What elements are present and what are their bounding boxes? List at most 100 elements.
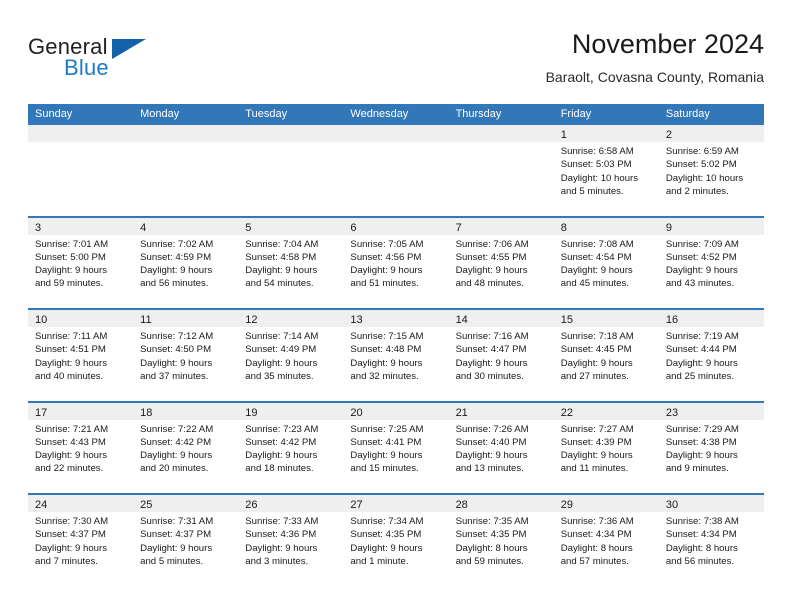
day-detail-line: Sunrise: 6:58 AM [560, 146, 634, 157]
weekday-header-wednesday: Wednesday [350, 108, 409, 120]
day-number-band: 16 [658, 310, 764, 327]
day-number: 4 [140, 221, 147, 234]
calendar-weeks: 1 Sunrise: 6:58 AM Sunset: 5:03 PM Daylight… [28, 125, 764, 586]
calendar-day-cell[interactable]: 23 Sunrise: 7:29 AM Sunset: 4:38 PM Dayligh… [658, 402, 764, 493]
calendar-day-cell[interactable]: 6 Sunrise: 7:05 AM Sunset: 4:56 PM Daylight… [343, 217, 449, 308]
calendar-week-row: 3 Sunrise: 7:01 AM Sunset: 5:00 PM Daylight… [28, 215, 764, 308]
day-detail-line: Daylight: 9 hours [140, 542, 213, 554]
day-detail-line: Daylight: 9 hours [350, 542, 423, 554]
day-detail-line: Sunrise: 7:21 AM [35, 423, 109, 435]
day-detail-line: Sunrise: 7:29 AM [665, 423, 739, 435]
day-number-band: 19 [238, 402, 344, 420]
day-details: Sunrise: 7:23 AM Sunset: 4:42 PM Daylight:… [238, 420, 343, 476]
day-number: 29 [560, 499, 573, 511]
day-detail-line: Sunrise: 7:06 AM [455, 238, 529, 250]
day-number-band: 18 [133, 402, 239, 420]
day-number: 6 [350, 221, 357, 234]
day-number-band: 15 [553, 310, 659, 327]
day-detail-line: Sunset: 4:48 PM [350, 344, 422, 356]
day-number: 3 [35, 221, 42, 234]
day-detail-line: Sunrise: 7:08 AM [560, 238, 634, 250]
day-detail-line: Sunset: 4:42 PM [245, 436, 317, 448]
day-detail-line: Sunset: 4:55 PM [455, 251, 527, 263]
general-blue-logo[interactable]: General Blue [28, 34, 158, 84]
weekday-header-thursday: Thursday [455, 108, 502, 120]
day-number: 28 [455, 499, 468, 511]
calendar-day-cell[interactable]: 15 Sunrise: 7:18 AM Sunset: 4:45 PM Dayligh… [553, 310, 659, 401]
day-number: 27 [350, 499, 363, 511]
day-detail-line: and 57 minutes. [560, 555, 629, 567]
day-number-band: 12 [238, 310, 344, 327]
calendar-day-cell[interactable]: 3 Sunrise: 7:01 AM Sunset: 5:00 PM Daylight… [28, 217, 134, 308]
calendar-day-cell[interactable]: 30 Sunrise: 7:38 AM Sunset: 4:34 PM Dayligh… [658, 495, 764, 586]
calendar-day-cell[interactable]: 4 Sunrise: 7:02 AM Sunset: 4:59 PM Daylight… [133, 217, 239, 308]
calendar-day-cell[interactable]: 17 Sunrise: 7:21 AM Sunset: 4:43 PM Dayligh… [28, 402, 134, 493]
day-number-band: 20 [343, 402, 449, 420]
calendar-day-cell[interactable]: 11 Sunrise: 7:12 AM Sunset: 4:50 PM Dayligh… [133, 310, 239, 401]
day-number: 13 [350, 314, 363, 326]
calendar-day-cell[interactable]: 18 Sunrise: 7:22 AM Sunset: 4:42 PM Dayligh… [133, 402, 239, 493]
day-detail-line: and 48 minutes. [455, 278, 524, 290]
day-details: Sunrise: 7:38 AM Sunset: 4:34 PM Daylight:… [659, 512, 764, 568]
day-number-band: 10 [28, 310, 134, 327]
day-details: Sunrise: 7:04 AM Sunset: 4:58 PM Daylight:… [238, 235, 343, 291]
day-detail-line: Sunrise: 7:22 AM [140, 423, 214, 435]
day-number-band: 23 [658, 402, 764, 420]
day-detail-line: and 5 minutes. [140, 555, 204, 567]
weekday-header-friday: Friday [560, 108, 592, 120]
calendar-day-cell[interactable]: 25 Sunrise: 7:31 AM Sunset: 4:37 PM Dayligh… [133, 495, 239, 586]
day-details: Sunrise: 7:02 AM Sunset: 4:59 PM Daylight:… [133, 235, 238, 291]
calendar-day-cell[interactable]: 1 Sunrise: 6:58 AM Sunset: 5:03 PM Daylight… [553, 125, 659, 216]
calendar-day-cell[interactable]: 21 Sunrise: 7:26 AM Sunset: 4:40 PM Dayligh… [448, 402, 554, 493]
calendar-day-cell[interactable]: 29 Sunrise: 7:36 AM Sunset: 4:34 PM Dayligh… [553, 495, 659, 586]
day-detail-line: Sunset: 4:35 PM [350, 529, 422, 541]
day-details: Sunrise: 7:18 AM Sunset: 4:45 PM Daylight:… [554, 327, 659, 383]
calendar-day-cell[interactable]: 14 Sunrise: 7:16 AM Sunset: 4:47 PM Dayligh… [448, 310, 554, 401]
day-detail-line: Sunset: 4:54 PM [560, 251, 632, 263]
day-detail-line: Daylight: 9 hours [35, 542, 107, 554]
calendar-day-cell[interactable]: 26 Sunrise: 7:33 AM Sunset: 4:36 PM Dayligh… [238, 495, 344, 586]
day-detail-line: and 2 minutes. [665, 185, 729, 197]
calendar-grid: Sunday Monday Tuesday Wednesday Thursday Frid… [28, 104, 764, 586]
day-detail-line: Sunset: 4:45 PM [560, 344, 632, 356]
calendar-day-cell[interactable]: 13 Sunrise: 7:15 AM Sunset: 4:48 PM Dayligh… [343, 310, 449, 401]
day-detail-line: Daylight: 9 hours [245, 542, 318, 554]
calendar-day-cell[interactable]: 20 Sunrise: 7:25 AM Sunset: 4:41 PM Dayligh… [343, 402, 449, 493]
calendar-day-cell[interactable]: 24 Sunrise: 7:30 AM Sunset: 4:37 PM Dayligh… [28, 495, 134, 586]
day-number: 18 [140, 406, 153, 419]
calendar-day-cell[interactable]: 8 Sunrise: 7:08 AM Sunset: 4:54 PM Daylight… [553, 217, 659, 308]
day-details: Sunrise: 7:08 AM Sunset: 4:54 PM Daylight:… [554, 235, 659, 291]
day-details: Sunrise: 7:09 AM Sunset: 4:52 PM Daylight:… [659, 235, 764, 291]
calendar-day-cell[interactable]: 22 Sunrise: 7:27 AM Sunset: 4:39 PM Dayligh… [553, 402, 659, 493]
calendar-day-cell[interactable]: 9 Sunrise: 7:09 AM Sunset: 4:52 PM Daylight… [658, 217, 764, 308]
calendar-day-cell[interactable]: 7 Sunrise: 7:06 AM Sunset: 4:55 PM Daylight… [448, 217, 554, 308]
day-detail-line: Sunset: 4:38 PM [665, 436, 737, 448]
day-detail-line: Sunrise: 7:27 AM [560, 423, 634, 435]
calendar-day-cell[interactable]: 19 Sunrise: 7:23 AM Sunset: 4:42 PM Dayligh… [238, 402, 344, 493]
calendar-day-cell[interactable]: 27 Sunrise: 7:34 AM Sunset: 4:35 PM Dayligh… [343, 495, 449, 586]
day-number-band: 5 [238, 217, 344, 235]
calendar-day-cell[interactable]: 10 Sunrise: 7:11 AM Sunset: 4:51 PM Dayligh… [28, 310, 134, 401]
calendar-day-cell[interactable]: 5 Sunrise: 7:04 AM Sunset: 4:58 PM Daylight… [238, 217, 344, 308]
day-number-band: 29 [553, 495, 659, 512]
day-details: Sunrise: 7:29 AM Sunset: 4:38 PM Daylight:… [659, 420, 764, 476]
day-details: Sunrise: 7:11 AM Sunset: 4:51 PM Daylight:… [28, 327, 133, 383]
day-detail-line: Daylight: 9 hours [665, 265, 738, 277]
calendar-day-empty [238, 125, 344, 216]
calendar-page: General Blue November 2024 Baraolt, Cova… [0, 0, 792, 612]
day-details: Sunrise: 7:35 AM Sunset: 4:35 PM Daylight:… [449, 512, 554, 568]
calendar-day-cell[interactable]: 16 Sunrise: 7:19 AM Sunset: 4:44 PM Dayligh… [658, 310, 764, 401]
day-detail-line: and 3 minutes. [245, 555, 309, 567]
calendar-day-cell[interactable]: 2 Sunrise: 6:59 AM Sunset: 5:02 PM Daylight… [658, 125, 764, 216]
day-detail-line: Daylight: 9 hours [560, 357, 633, 369]
day-detail-line: and 35 minutes. [245, 370, 314, 382]
day-detail-line: Sunrise: 7:38 AM [665, 516, 739, 527]
day-detail-line: Sunset: 4:47 PM [455, 344, 527, 356]
day-detail-line: Sunrise: 7:33 AM [245, 516, 319, 527]
calendar-day-cell[interactable]: 12 Sunrise: 7:14 AM Sunset: 4:49 PM Dayligh… [238, 310, 344, 401]
day-number: 23 [665, 406, 679, 419]
day-number: 17 [35, 406, 48, 419]
calendar-day-cell[interactable]: 28 Sunrise: 7:35 AM Sunset: 4:35 PM Dayligh… [448, 495, 554, 586]
day-number: 21 [455, 406, 468, 419]
day-detail-line: and 27 minutes. [560, 370, 629, 382]
